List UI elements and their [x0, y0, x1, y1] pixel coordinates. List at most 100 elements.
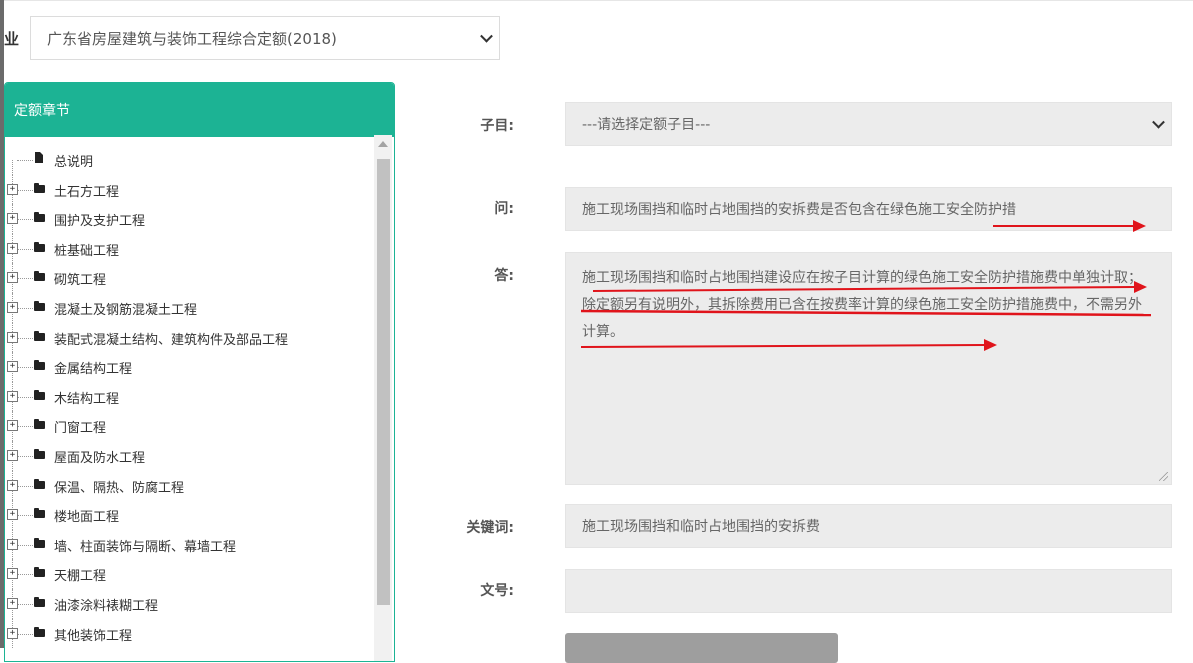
expand-icon[interactable]: +	[7, 272, 18, 284]
bottom-action-button[interactable]	[565, 633, 838, 663]
folder-icon	[34, 567, 45, 578]
tree-item[interactable]: + 天棚工程	[5, 559, 371, 589]
subitem-select-value: ---请选择定额子目---	[582, 117, 711, 133]
answer-label: 答:	[494, 268, 514, 284]
tree-item[interactable]: + 屋面及防水工程	[5, 440, 371, 471]
tree-item-label: 墙、柱面装饰与隔断、幕墙工程	[54, 539, 237, 555]
folder-icon	[34, 448, 45, 459]
scroll-thumb[interactable]	[377, 159, 390, 605]
chapter-tree: 总说明 + 土石方工程 + 围护及支护工程 + 桩基础工程 + 砌筑工程 + 混凝土及钢筋混凝土工程…	[5, 145, 371, 649]
expand-icon[interactable]: +	[7, 183, 18, 195]
expand-icon[interactable]: +	[7, 597, 18, 609]
scroll-up-arrow-icon[interactable]	[378, 141, 388, 147]
question-value: 施工现场围挡和临时占地围挡的安拆费是否包含在绿色施工安全防护措	[582, 202, 1016, 218]
expand-icon[interactable]: +	[7, 301, 18, 313]
chapter-tree-header: 定额章节	[5, 83, 394, 137]
folder-icon	[34, 330, 45, 341]
expand-icon[interactable]: +	[7, 627, 18, 639]
tree-connector	[17, 633, 33, 635]
tree-item-label: 保温、隔热、防腐工程	[54, 480, 185, 496]
keyword-value: 施工现场围挡和临时占地围挡的安拆费	[582, 519, 820, 535]
tree-item[interactable]: + 保温、隔热、防腐工程	[5, 470, 371, 501]
tree-connector	[17, 515, 33, 517]
answer-textarea[interactable]: 施工现场围挡和临时占地围挡建设应在按子目计算的绿色施工安全防护措施费中单独计取；…	[565, 252, 1172, 485]
file-icon	[35, 152, 43, 163]
tree-connector	[17, 307, 33, 309]
chapter-tree-panel: 定额章节 总说明 + 土石方工程 + 围护及支护工程 + 桩基础工程 + 砌筑工程 + 混凝土及钢筋…	[4, 82, 395, 662]
tree-connector	[17, 574, 33, 576]
tree-item[interactable]: + 金属结构工程	[5, 352, 371, 382]
subitem-label: 子目:	[480, 118, 514, 134]
expand-icon[interactable]: +	[7, 449, 18, 461]
tree-item-label: 楼地面工程	[54, 510, 120, 526]
tree-item[interactable]: 总说明	[5, 145, 371, 175]
tree-item-label: 金属结构工程	[54, 362, 133, 378]
tree-item[interactable]: + 门窗工程	[5, 411, 371, 441]
expand-icon[interactable]: +	[7, 213, 18, 225]
chevron-down-icon	[1152, 115, 1165, 129]
tree-item[interactable]: + 砌筑工程	[5, 263, 371, 293]
major-select-value: 广东省房屋建筑与装饰工程综合定额(2018)	[47, 29, 337, 48]
tree-scrollbar[interactable]	[374, 135, 392, 661]
tree-connector	[17, 278, 33, 280]
folder-icon	[34, 241, 45, 252]
tree-item-label: 围护及支护工程	[54, 214, 146, 230]
chevron-down-icon	[480, 29, 493, 43]
tree-item[interactable]: + 油漆涂料裱糊工程	[5, 588, 371, 619]
major-label: 业	[4, 30, 20, 48]
tree-item[interactable]: + 木结构工程	[5, 381, 371, 412]
tree-item[interactable]: + 围护及支护工程	[5, 204, 371, 234]
tree-item-label: 桩基础工程	[54, 243, 120, 259]
tree-item[interactable]: + 装配式混凝土结构、建筑构件及部品工程	[5, 322, 371, 353]
tree-item-label: 土石方工程	[54, 184, 120, 200]
tree-item-label: 油漆涂料裱糊工程	[54, 598, 159, 614]
folder-icon	[34, 419, 45, 430]
tree-connector	[12, 160, 13, 175]
tree-connector	[17, 485, 33, 487]
question-field[interactable]: 施工现场围挡和临时占地围挡的安拆费是否包含在绿色施工安全防护措	[565, 187, 1172, 231]
expand-icon[interactable]: +	[7, 568, 18, 580]
expand-icon[interactable]: +	[7, 538, 18, 550]
folder-icon	[34, 360, 45, 371]
tree-item[interactable]: + 其他装饰工程	[5, 618, 371, 649]
keyword-field[interactable]: 施工现场围挡和临时占地围挡的安拆费	[565, 504, 1172, 548]
folder-icon	[34, 626, 45, 637]
doc-number-label: 文号:	[480, 583, 514, 599]
tree-item[interactable]: + 墙、柱面装饰与隔断、幕墙工程	[5, 529, 371, 560]
folder-icon	[34, 182, 45, 193]
tree-item-label: 总说明	[54, 155, 94, 170]
doc-number-field[interactable]	[565, 569, 1172, 613]
resize-handle-icon[interactable]	[1159, 472, 1168, 481]
expand-icon[interactable]: +	[7, 361, 18, 373]
tree-item-label: 屋面及防水工程	[54, 450, 146, 466]
tree-connector	[17, 337, 33, 339]
folder-icon	[34, 271, 45, 282]
folder-icon	[34, 300, 45, 311]
tree-item-label: 天棚工程	[54, 569, 107, 585]
answer-value: 施工现场围挡和临时占地围挡建设应在按子目计算的绿色施工安全防护措施费中单独计取；…	[582, 270, 1142, 340]
tree-item[interactable]: + 楼地面工程	[5, 500, 371, 530]
folder-icon	[34, 212, 45, 223]
tree-item[interactable]: + 混凝土及钢筋混凝土工程	[5, 292, 371, 323]
folder-icon	[34, 596, 45, 607]
tree-item-label: 门窗工程	[54, 421, 107, 437]
expand-icon[interactable]: +	[7, 331, 18, 343]
tree-item[interactable]: + 桩基础工程	[5, 233, 371, 264]
expand-icon[interactable]: +	[7, 390, 18, 402]
tree-connector	[17, 455, 33, 457]
expand-icon[interactable]: +	[7, 509, 18, 521]
major-select[interactable]: 广东省房屋建筑与装饰工程综合定额(2018)	[30, 16, 500, 60]
tree-item-label: 混凝土及钢筋混凝土工程	[54, 302, 198, 318]
tree-connector	[17, 426, 33, 428]
folder-icon	[34, 478, 45, 489]
expand-icon[interactable]: +	[7, 242, 18, 254]
tree-item[interactable]: + 土石方工程	[5, 174, 371, 205]
expand-icon[interactable]: +	[7, 479, 18, 491]
subitem-select[interactable]: ---请选择定额子目---	[565, 102, 1172, 146]
tree-connector	[17, 603, 33, 605]
tree-item-label: 装配式混凝土结构、建筑构件及部品工程	[54, 332, 289, 348]
tree-item-label: 木结构工程	[54, 391, 120, 407]
tree-connector	[17, 544, 33, 546]
expand-icon[interactable]: +	[7, 420, 18, 432]
tree-connector	[17, 189, 33, 191]
